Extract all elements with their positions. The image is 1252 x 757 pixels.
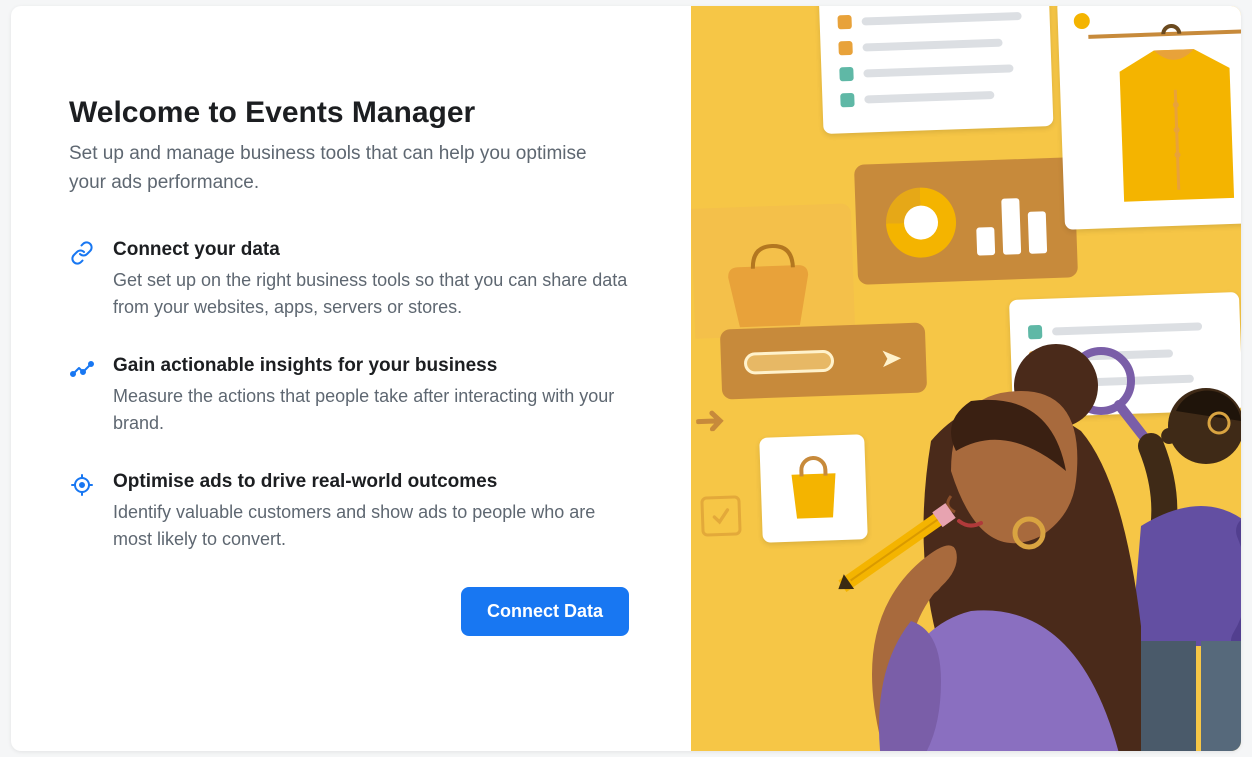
- illustration-checkbox: [700, 495, 741, 536]
- feature-text: Gain actionable insights for your busine…: [113, 355, 629, 437]
- donut-chart-icon: [885, 186, 957, 258]
- feature-desc: Identify valuable customers and show ads…: [113, 499, 629, 553]
- feature-text: Connect your data Get set up on the righ…: [113, 239, 629, 321]
- feature-desc: Measure the actions that people take aft…: [113, 383, 629, 437]
- bar-chart-icon: [975, 183, 1047, 255]
- feature-desc: Get set up on the right business tools s…: [113, 267, 629, 321]
- welcome-card: Welcome to Events Manager Set up and man…: [11, 6, 1241, 751]
- content-pane: Welcome to Events Manager Set up and man…: [11, 6, 691, 751]
- illustration-person-designer: [821, 321, 1121, 751]
- insights-icon: [69, 355, 95, 437]
- feature-insights: Gain actionable insights for your busine…: [69, 355, 629, 437]
- connect-data-button[interactable]: Connect Data: [461, 587, 629, 636]
- illustration-list-panel: [819, 6, 1054, 134]
- feature-connect-data: Connect your data Get set up on the righ…: [69, 239, 629, 321]
- illustration-pane: [691, 6, 1241, 751]
- feature-title: Connect your data: [113, 239, 629, 261]
- page-title: Welcome to Events Manager: [69, 96, 641, 130]
- page-subtitle: Set up and manage business tools that ca…: [69, 140, 589, 197]
- link-icon: [69, 239, 95, 321]
- feature-text: Optimise ads to drive real-world outcome…: [113, 471, 629, 553]
- feature-title: Optimise ads to drive real-world outcome…: [113, 471, 629, 493]
- illustration-handbag-card: [691, 203, 855, 339]
- target-icon: [69, 471, 95, 553]
- arrow-icon: [695, 400, 736, 431]
- actions-row: Connect Data: [69, 587, 629, 636]
- feature-title: Gain actionable insights for your busine…: [113, 355, 629, 377]
- illustration-chart-panel: [854, 157, 1078, 285]
- feature-optimise: Optimise ads to drive real-world outcome…: [69, 471, 629, 553]
- illustration-product-panel: [1057, 6, 1241, 230]
